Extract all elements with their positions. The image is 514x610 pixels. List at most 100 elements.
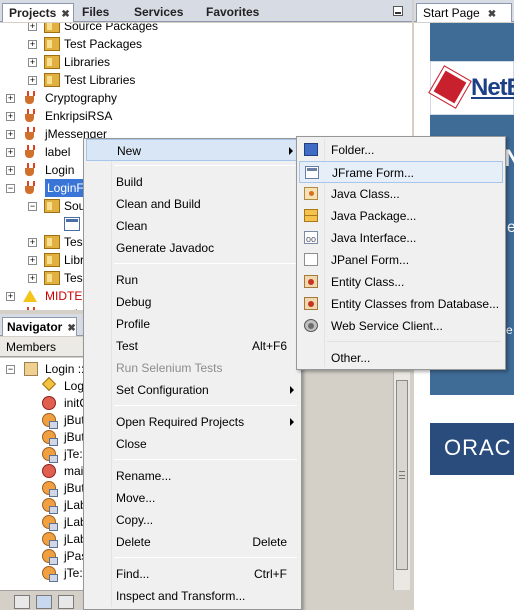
expand-icon[interactable]: +: [28, 23, 37, 31]
close-icon[interactable]: ✖: [67, 323, 75, 334]
tree-node[interactable]: + Test Packages: [0, 35, 412, 53]
menu-item-delete[interactable]: Delete Delete: [86, 531, 299, 553]
tree-node-label: Libr: [64, 253, 85, 267]
expand-icon[interactable]: +: [6, 166, 15, 175]
menu-item-close[interactable]: Close: [86, 433, 299, 455]
entity-db-icon: [304, 297, 318, 310]
navigator-member[interactable]: initC: [0, 394, 86, 412]
navigator-member[interactable]: mai: [0, 462, 86, 480]
package-icon: [44, 23, 60, 33]
field-icon: [42, 481, 58, 497]
navigator-member[interactable]: jPas: [0, 547, 86, 565]
field-icon: [42, 566, 58, 582]
expand-icon[interactable]: +: [6, 130, 15, 139]
menu-item-run-selenium-tests: Run Selenium Tests: [86, 357, 299, 379]
navigator-member[interactable]: jTe:: [0, 445, 86, 463]
menu-item-label: New: [117, 144, 142, 158]
menu-item-generate-javadoc[interactable]: Generate Javadoc: [86, 237, 299, 259]
filter-inherited-button[interactable]: [58, 595, 74, 609]
collapse-icon[interactable]: −: [6, 184, 15, 193]
submenu-arrow-icon: [290, 386, 294, 394]
field-icon: [42, 549, 58, 565]
menu-separator: [114, 165, 297, 166]
field-icon: [42, 532, 58, 548]
navigator-member[interactable]: jBut: [0, 428, 86, 446]
menu-item-new[interactable]: New: [86, 139, 299, 161]
navigator-member[interactable]: jTe:: [0, 564, 86, 582]
expand-icon[interactable]: +: [28, 76, 37, 85]
expand-icon[interactable]: +: [6, 292, 15, 301]
tab-navigator[interactable]: Navigator ✖: [2, 317, 77, 336]
expand-icon[interactable]: +: [28, 58, 37, 67]
expand-icon[interactable]: +: [28, 274, 37, 283]
filter-static-button[interactable]: [36, 595, 52, 609]
java-interface-icon: [304, 228, 318, 250]
package-icon: [44, 55, 60, 69]
expand-icon[interactable]: +: [28, 256, 37, 265]
submenu-item-other[interactable]: Other...: [299, 347, 503, 369]
tree-node[interactable]: + Source Packages: [0, 23, 412, 35]
menu-item-run[interactable]: Run: [86, 269, 299, 291]
menu-item-open-required-projects[interactable]: Open Required Projects: [86, 411, 299, 433]
netbeans-logo[interactable]: NetB: [428, 61, 514, 115]
menu-item-build[interactable]: Build: [86, 171, 299, 193]
submenu-item-entity-classes-from-database[interactable]: Entity Classes from Database...: [299, 293, 503, 315]
tree-node[interactable]: + Cryptography: [0, 89, 412, 107]
submenu-item-java-package[interactable]: Java Package...: [299, 205, 503, 227]
submenu-item-java-class[interactable]: Java Class...: [299, 183, 503, 205]
expand-icon[interactable]: +: [28, 238, 37, 247]
oracle-banner[interactable]: ORAC: [430, 423, 514, 475]
submenu-item-label: Java Interface...: [331, 231, 417, 245]
menu-item-test[interactable]: Test Alt+F6: [86, 335, 299, 357]
tab-services[interactable]: Services: [128, 3, 183, 22]
tab-favorites[interactable]: Favorites: [200, 3, 259, 22]
submenu-arrow-icon: [289, 147, 293, 155]
menu-item-clean-and-build[interactable]: Clean and Build: [86, 193, 299, 215]
tree-node[interactable]: + Test Libraries: [0, 71, 412, 89]
close-icon[interactable]: ✖: [61, 9, 69, 20]
submenu-item-web-service-client[interactable]: Web Service Client...: [299, 315, 503, 337]
close-icon[interactable]: ✖: [488, 9, 496, 20]
menu-item-label: Clean and Build: [116, 197, 201, 211]
menu-item-inspect-and-transform[interactable]: Inspect and Transform...: [86, 585, 299, 607]
navigator-member[interactable]: Log: [0, 376, 86, 395]
tab-files[interactable]: Files: [76, 3, 109, 22]
minimize-icon[interactable]: [393, 6, 403, 16]
submenu-item-jpanel-form[interactable]: JPanel Form...: [299, 249, 503, 271]
menu-item-find[interactable]: Find... Ctrl+F: [86, 563, 299, 585]
navigator-member[interactable]: jLab: [0, 530, 86, 548]
menu-item-copy[interactable]: Copy...: [86, 509, 299, 531]
expand-icon[interactable]: +: [6, 112, 15, 121]
submenu-item-java-interface[interactable]: Java Interface...: [299, 227, 503, 250]
navigator-member[interactable]: jLab: [0, 513, 86, 531]
tab-projects[interactable]: Projects ✖: [2, 3, 74, 22]
package-icon: [44, 235, 60, 249]
menu-item-clean[interactable]: Clean: [86, 215, 299, 237]
expand-icon[interactable]: +: [6, 148, 15, 157]
expand-icon[interactable]: +: [28, 40, 37, 49]
collapse-icon[interactable]: −: [28, 202, 37, 211]
menu-item-rename[interactable]: Rename...: [86, 465, 299, 487]
submenu-item-jframe-form[interactable]: JFrame Form...: [299, 161, 503, 183]
menu-item-move[interactable]: Move...: [86, 487, 299, 509]
tree-node[interactable]: + EnkripsiRSA: [0, 107, 412, 125]
expand-icon[interactable]: +: [6, 94, 15, 103]
submenu-item-label: Entity Class...: [331, 275, 405, 289]
tab-start-page[interactable]: Start Page ✖: [416, 3, 512, 22]
navigator-member[interactable]: jBut: [0, 479, 86, 497]
editor-scrollbar[interactable]: [393, 372, 410, 590]
scrollbar-thumb[interactable]: [396, 380, 408, 570]
menu-item-debug[interactable]: Debug: [86, 291, 299, 313]
navigator-member[interactable]: jLab: [0, 496, 86, 514]
submenu-item-entity-class[interactable]: Entity Class...: [299, 271, 503, 293]
menu-item-profile[interactable]: Profile: [86, 313, 299, 335]
menu-item-set-configuration[interactable]: Set Configuration: [86, 379, 299, 401]
collapse-icon[interactable]: −: [6, 365, 15, 374]
menu-separator: [114, 263, 297, 264]
tree-node[interactable]: + Libraries: [0, 53, 412, 71]
navigator-member[interactable]: − Login ::: [0, 360, 86, 378]
navigator-member[interactable]: jBut: [0, 411, 86, 429]
submenu-item-folder[interactable]: Folder...: [299, 139, 503, 161]
filter-fields-button[interactable]: [14, 595, 30, 609]
members-dropdown[interactable]: Members: [0, 337, 86, 357]
